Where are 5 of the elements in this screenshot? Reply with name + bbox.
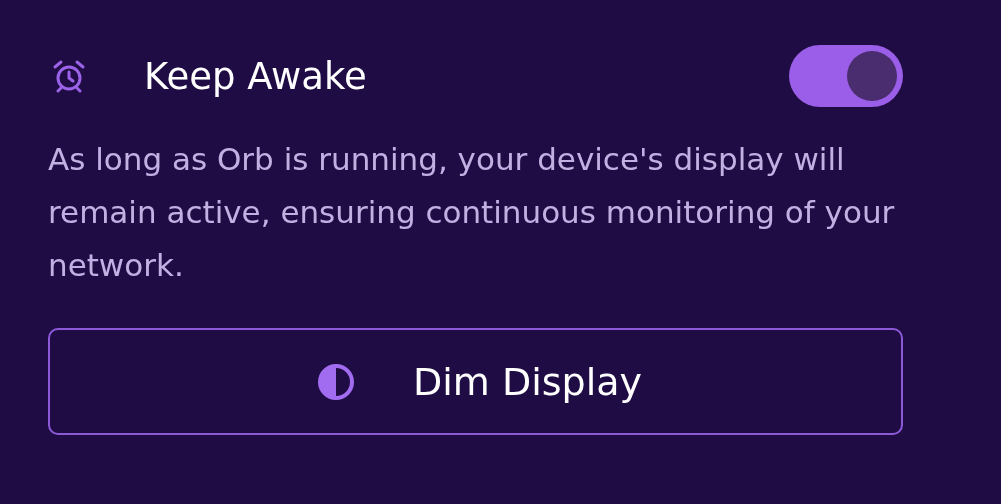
setting-title: Keep Awake xyxy=(144,54,368,98)
alarm-clock-icon xyxy=(52,59,86,93)
dim-display-button[interactable]: Dim Display xyxy=(48,328,903,435)
contrast-icon xyxy=(317,362,355,401)
setting-description: As long as Orb is running, your device's display will remain active, ensuring continuous monitoring of your network. xyxy=(48,140,896,285)
